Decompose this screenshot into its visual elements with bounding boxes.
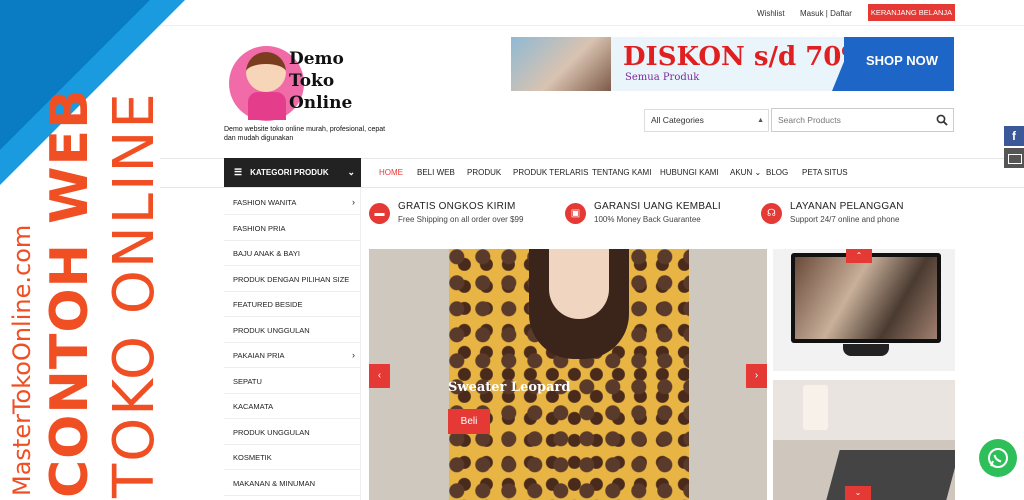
monitor-screen-content (795, 257, 937, 339)
feature-subtitle: Support 24/7 online and phone (790, 215, 900, 224)
search-box (771, 108, 954, 132)
truck-icon: ▬ (369, 203, 390, 224)
sidebar-item-label: KACAMATA (233, 402, 274, 411)
sidebar-item-label: MAKANAN & MINUMAN (233, 479, 316, 488)
slider-prev-button[interactable]: ‹ (369, 364, 390, 388)
select-arrows-icon: ▲ (757, 117, 764, 124)
category-sidebar: FASHION WANITA › FASHION PRIA BAJU ANAK &… (224, 188, 361, 500)
logo-face (246, 52, 286, 92)
sidebar-item-sepatu[interactable]: SEPATU (224, 369, 361, 394)
nav-tentang-kami[interactable]: TENTANG KAMI (592, 168, 651, 177)
nav-produk-terlaris[interactable]: PRODUK TERLARIS (513, 168, 588, 177)
promo-title-line2: TOKO ONLINE (102, 91, 167, 498)
sidebar-item-label: PRODUK UNGGULAN (233, 428, 310, 437)
site-logo[interactable]: Demo Toko Online Demo website toko onlin… (224, 34, 394, 144)
chevron-right-icon: › (352, 350, 355, 360)
nav-akun[interactable]: AKUN ⌄ (730, 168, 761, 177)
sidebar-item-kacamata[interactable]: KACAMATA (224, 394, 361, 419)
hero-slider[interactable]: Sweater Leopard Beli ‹ › (369, 249, 767, 500)
sidebar-item-makanan-minuman[interactable]: MAKANAN & MINUMAN (224, 471, 361, 496)
banner-headline: DISKON s/d 70% (623, 42, 867, 72)
sidebar-item-label: PRODUK UNGGULAN (233, 326, 310, 335)
sidebar-item-produk-size[interactable]: PRODUK DENGAN PILIHAN SIZE (224, 267, 361, 292)
slider-caption: Sweater Leopard (448, 380, 571, 395)
nav-hubungi-kami[interactable]: HUBUNGI KAMI (660, 168, 719, 177)
money-icon: ▣ (565, 203, 586, 224)
facebook-icon[interactable]: f (1004, 126, 1024, 146)
sidebar-item-produk-unggulan-2[interactable]: PRODUK UNGGULAN (224, 420, 361, 445)
slider-model-face (549, 249, 609, 319)
category-menu-label: KATEGORI PRODUK (250, 168, 329, 177)
feature-subtitle: Free Shipping on all order over $99 (398, 215, 524, 224)
chevron-down-icon: ⌄ (347, 167, 355, 177)
sidebar-item-fashion-pria[interactable]: FASHION PRIA (224, 216, 361, 241)
wishlist-link[interactable]: Wishlist (757, 9, 785, 18)
sidebar-item-label: PRODUK DENGAN PILIHAN SIZE (233, 275, 350, 284)
logo-description: Demo website toko online murah, profesio… (224, 126, 386, 142)
sidebar-item-label: BAJU ANAK & BAYI (233, 249, 300, 258)
banner-photo (511, 37, 611, 91)
feature-subtitle: 100% Money Back Guarantee (594, 215, 701, 224)
side-banner-laptop[interactable]: ⌄ (773, 380, 955, 500)
whatsapp-glyph (988, 448, 1008, 468)
sidebar-item-label: KOSMETIK (233, 453, 272, 462)
chevron-down-icon[interactable]: ⌄ (845, 486, 871, 500)
sidebar-item-produk-unggulan[interactable]: PRODUK UNGGULAN (224, 318, 361, 343)
slider-next-button[interactable]: › (746, 364, 767, 388)
banner-cta[interactable]: SHOP NOW (866, 53, 938, 68)
logo-title: Demo Toko Online (289, 49, 353, 113)
chevron-up-icon[interactable]: ⌃ (846, 249, 872, 263)
logo-body (248, 92, 286, 120)
search-input[interactable] (772, 109, 932, 131)
top-bar: Wishlist Masuk | Daftar KERANJANG BELANJ… (160, 0, 1024, 26)
nav-home[interactable]: HOME (379, 168, 403, 177)
nav-beli-web[interactable]: BELI WEB (417, 168, 455, 177)
nav-akun-label: AKUN (730, 168, 753, 177)
nav-blog[interactable]: BLOG (766, 168, 788, 177)
sidebar-item-label: PAKAIAN PRIA (233, 351, 285, 360)
chevron-right-icon: › (352, 197, 355, 207)
sidebar-item-baju-anak[interactable]: BAJU ANAK & BAYI (224, 241, 361, 266)
page: MasterTokoOnline.com CONTOH WEB TOKO ONL… (0, 0, 1024, 500)
nav-produk[interactable]: PRODUK (467, 168, 501, 177)
promo-title-line1: CONTOH WEB (40, 88, 100, 498)
banner-subtext: Semua Produk (625, 72, 700, 83)
category-select-value: All Categories (651, 115, 704, 125)
sidebar-item-label: SEPATU (233, 377, 262, 386)
headset-icon: ☊ (761, 203, 782, 224)
sidebar-item-featured-beside[interactable]: FEATURED BESIDE (224, 292, 361, 317)
hamburger-icon: ☰ (234, 167, 243, 177)
mail-icon[interactable] (1004, 148, 1024, 168)
sidebar-item-label: FASHION PRIA (233, 224, 286, 233)
sidebar-item-kosmetik[interactable]: KOSMETIK (224, 445, 361, 470)
cart-button[interactable]: KERANJANG BELANJA (868, 4, 955, 21)
sidebar-item-label: FASHION WANITA (233, 198, 297, 207)
sidebar-item-pakaian-pria[interactable]: PAKAIAN PRIA › (224, 343, 361, 368)
feature-title: GRATIS ONGKOS KIRIM (398, 201, 516, 212)
search-icon[interactable] (936, 114, 948, 126)
chevron-down-icon: ⌄ (754, 168, 762, 177)
category-select[interactable]: All Categories ▲ (644, 109, 769, 132)
whatsapp-icon[interactable] (979, 439, 1017, 477)
cup-image (803, 385, 828, 430)
monitor-stand (843, 344, 889, 356)
sidebar-item-label: FEATURED BESIDE (233, 300, 303, 309)
side-banner-monitor[interactable]: ⌃ (773, 249, 955, 371)
feature-title: LAYANAN PELANGGAN (790, 201, 904, 212)
category-menu-toggle[interactable]: ☰ KATEGORI PRODUK ⌄ (224, 158, 361, 187)
promo-site-url: MasterTokoOnline.com (8, 224, 36, 496)
slider-buy-button[interactable]: Beli (448, 409, 490, 434)
discount-banner[interactable]: DISKON s/d 70% Semua Produk SHOP NOW (511, 37, 954, 91)
login-register-link[interactable]: Masuk | Daftar (800, 9, 852, 18)
feature-title: GARANSI UANG KEMBALI (594, 201, 721, 212)
nav-peta-situs[interactable]: PETA SITUS (802, 168, 848, 177)
sidebar-item-fashion-wanita[interactable]: FASHION WANITA › (224, 190, 361, 215)
